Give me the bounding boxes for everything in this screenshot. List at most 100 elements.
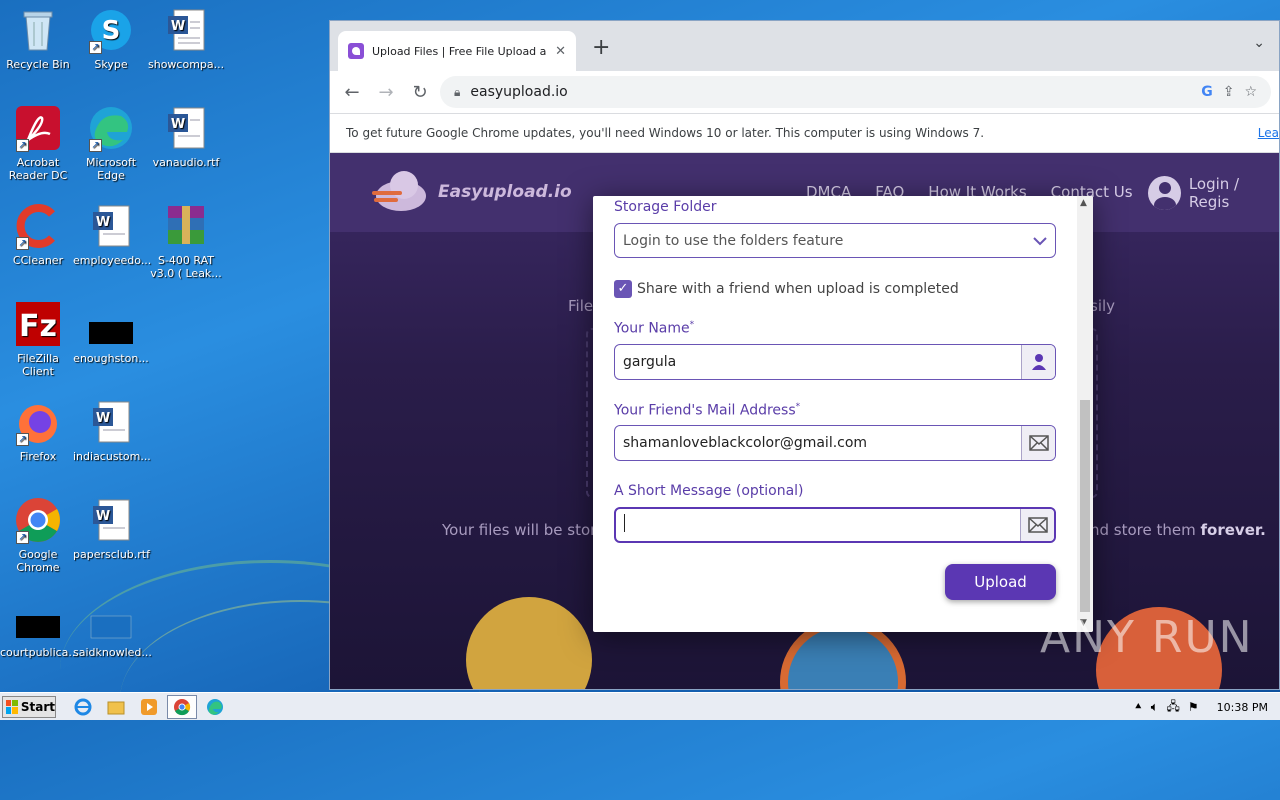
winrar-archive-icon — [162, 202, 210, 250]
chrome-icon: ↗ — [14, 496, 62, 544]
word-document-icon: W — [87, 496, 135, 544]
show-hidden-icons-icon[interactable]: ⯅ — [1134, 700, 1143, 714]
icon-label: vanaudio.rtf — [152, 156, 220, 169]
short-message-input[interactable] — [616, 514, 1020, 536]
desktop-icon-ccleaner[interactable]: ↗ CCleaner — [0, 202, 76, 267]
svg-text:Fz: Fz — [19, 309, 57, 344]
storage-info-text: Your files will be store — [442, 521, 606, 539]
icon-label: saidknowled... — [73, 646, 152, 659]
storage-info-text: nd store them forever. — [1090, 521, 1266, 539]
easyupload-favicon-icon — [348, 43, 364, 59]
desktop-icon-s400-rat[interactable]: S-400 RAT v3.0 ( Leak... — [148, 202, 224, 280]
friend-mail-field[interactable]: shamanloveblackcolor@gmail.com — [614, 425, 1056, 461]
desktop-icon-enoughston[interactable]: enoughston... — [73, 300, 149, 365]
icon-label: Firefox — [19, 450, 57, 463]
desktop-icon-indiacustom[interactable]: W indiacustom... — [73, 398, 151, 463]
close-tab-icon[interactable]: ✕ — [555, 44, 566, 59]
desktop-icon-filezilla[interactable]: Fz FileZilla Client — [0, 300, 76, 378]
skype-icon: S ↗ — [87, 6, 135, 54]
scroll-up-arrow-icon[interactable]: ▲ — [1080, 198, 1087, 208]
svg-text:W: W — [171, 117, 185, 132]
icon-label: employeedo... — [73, 254, 152, 267]
user-avatar-icon — [1148, 176, 1181, 210]
action-center-flag-icon[interactable]: ⚑ — [1188, 700, 1199, 714]
lock-icon: 🔒︎ — [454, 84, 461, 99]
address-bar[interactable]: 🔒︎ easyupload.io G ⇪ ☆ — [440, 76, 1271, 108]
login-register-link[interactable]: Login / Regis — [1148, 175, 1279, 211]
tab-search-chevron-icon[interactable]: ⌄ — [1253, 35, 1265, 51]
site-logo[interactable]: Easyupload.io — [372, 169, 572, 215]
svg-text:S: S — [102, 16, 121, 46]
desktop-icon-chrome[interactable]: ↗ Google Chrome — [0, 496, 76, 574]
share-checkbox-label[interactable]: Share with a friend when upload is compl… — [637, 281, 959, 297]
share-with-friend-row[interactable]: ✓ Share with a friend when upload is com… — [614, 280, 959, 298]
network-icon[interactable]: 🖧︎ — [1167, 697, 1180, 718]
word-document-icon: W — [87, 398, 135, 446]
login-label: Login / Regis — [1188, 175, 1240, 211]
modal-scrollbar[interactable]: ▲ ▼ — [1077, 196, 1093, 632]
tab-easyupload[interactable]: Upload Files | Free File Upload and Tr ✕ — [338, 31, 576, 71]
taskbar-edge-icon[interactable] — [200, 695, 230, 719]
friend-mail-input[interactable]: shamanloveblackcolor@gmail.com — [615, 435, 1021, 451]
share-checkbox[interactable]: ✓ — [614, 280, 632, 298]
desktop-icon-showcompa[interactable]: W showcompa... — [148, 6, 224, 71]
icon-label: indiacustom... — [73, 450, 151, 463]
desktop-icon-papersclub[interactable]: W papersclub.rtf — [73, 496, 150, 561]
volume-icon[interactable]: 🔈︎ — [1151, 700, 1159, 715]
friend-mail-label-text: Your Friend's Mail Address — [614, 402, 796, 419]
feature-hierarchy-icon — [466, 597, 592, 689]
acrobat-icon: ↗ — [14, 104, 62, 152]
share-icon[interactable]: ⇪ — [1223, 84, 1235, 100]
blank-file-icon — [87, 594, 135, 642]
infobar-message: To get future Google Chrome updates, you… — [346, 126, 985, 140]
text-cursor — [624, 514, 625, 532]
new-tab-plus-icon[interactable]: + — [592, 35, 610, 60]
icon-label: enoughston... — [73, 352, 149, 365]
required-mark: * — [795, 402, 801, 412]
short-message-field[interactable] — [614, 507, 1056, 543]
your-name-input[interactable]: gargula — [615, 354, 1021, 370]
bookmark-star-icon[interactable]: ☆ — [1244, 84, 1257, 100]
back-arrow-icon[interactable]: ← — [338, 78, 366, 106]
svg-text:W: W — [96, 411, 110, 426]
ccleaner-icon: ↗ — [14, 202, 62, 250]
upload-options-modal: Storage Folder Login to use the folders … — [593, 196, 1093, 632]
desktop-icon-employeedo[interactable]: W employeedo... — [73, 202, 152, 267]
icon-label: Recycle Bin — [6, 58, 70, 71]
logo-text: Easyupload.io — [438, 182, 572, 202]
recycle-bin-icon — [14, 6, 62, 54]
taskbar-chrome-icon[interactable] — [167, 694, 197, 719]
taskbar-explorer-icon[interactable] — [101, 695, 131, 719]
desktop-icon-acrobat[interactable]: ↗ Acrobat Reader DC — [0, 104, 76, 182]
icon-label: Skype — [94, 58, 128, 71]
desktop-icon-firefox[interactable]: ↗ Firefox — [0, 398, 76, 463]
desktop-icon-recycle-bin[interactable]: Recycle Bin — [0, 6, 76, 71]
forward-arrow-icon[interactable]: → — [372, 78, 400, 106]
system-tray: ⯅ 🔈︎ 🖧︎ ⚑ 10:38 PM — [1134, 693, 1280, 721]
taskbar-media-player-icon[interactable] — [134, 695, 164, 719]
desktop-icon-skype[interactable]: S ↗ Skype — [73, 6, 149, 71]
start-button[interactable]: Start — [2, 695, 56, 718]
start-label: Start — [20, 699, 55, 714]
scrollbar-thumb[interactable] — [1080, 400, 1090, 612]
google-translate-icon[interactable]: G — [1201, 84, 1213, 100]
desktop-icon-courtpublica[interactable]: courtpublica... — [0, 594, 79, 659]
clock[interactable]: 10:38 PM — [1217, 701, 1268, 714]
learn-more-link[interactable]: Lea — [1258, 126, 1279, 140]
desktop-icon-vanaudio[interactable]: W vanaudio.rtf — [148, 104, 224, 169]
your-name-field[interactable]: gargula — [614, 344, 1056, 380]
storage-info-bold: forever. — [1200, 521, 1266, 539]
envelope-icon — [1020, 509, 1054, 541]
upload-button[interactable]: Upload — [945, 564, 1056, 600]
icon-label: courtpublica... — [0, 646, 79, 659]
desktop-icon-saidknowled[interactable]: saidknowled... — [73, 594, 152, 659]
icon-label: FileZilla Client — [17, 352, 59, 378]
word-document-icon: W — [162, 6, 210, 54]
your-name-label-text: Your Name — [614, 320, 690, 337]
reload-icon[interactable]: ↻ — [406, 78, 434, 106]
storage-info-right: nd store them — [1090, 521, 1201, 539]
storage-folder-select[interactable]: Login to use the folders feature — [614, 223, 1056, 258]
taskbar-ie-icon[interactable] — [68, 695, 98, 719]
desktop-icon-edge[interactable]: ↗ Microsoft Edge — [73, 104, 149, 182]
url-text[interactable]: easyupload.io — [470, 84, 1191, 100]
